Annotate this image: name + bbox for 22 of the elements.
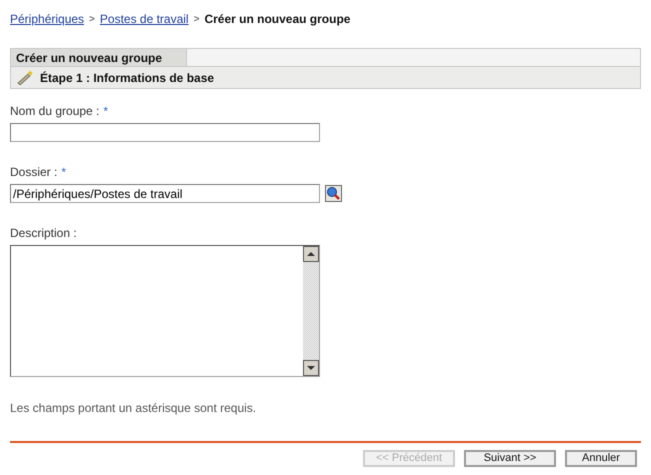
breadcrumb-current: Créer un nouveau groupe bbox=[204, 11, 350, 28]
nav-button[interactable]: Suivant >> bbox=[464, 450, 556, 467]
field-label: Dossier : bbox=[10, 164, 58, 181]
scroll-down-icon[interactable] bbox=[303, 360, 319, 376]
wand-icon bbox=[17, 70, 34, 85]
panel-title: Créer un nouveau groupe bbox=[11, 49, 187, 66]
breadcrumb-separator: > bbox=[194, 12, 200, 26]
field-label: Nom du groupe : bbox=[10, 103, 100, 120]
field-label: Description : bbox=[10, 225, 77, 242]
required-asterisk: * bbox=[103, 103, 108, 120]
breadcrumb-separator: > bbox=[89, 12, 95, 26]
search-icon[interactable] bbox=[325, 185, 342, 202]
nav-button[interactable]: Annuler bbox=[565, 450, 637, 467]
breadcrumb-link[interactable]: Postes de travail bbox=[100, 10, 189, 28]
scroll-up-icon[interactable] bbox=[303, 246, 319, 262]
text-field[interactable]: /Périphériques/Postes de travail bbox=[10, 184, 320, 203]
text-field[interactable] bbox=[10, 123, 320, 142]
required-asterisk: * bbox=[61, 164, 66, 181]
breadcrumb-link[interactable]: Périphériques bbox=[10, 10, 84, 28]
description-field[interactable] bbox=[10, 245, 320, 377]
step-title: Étape 1 : Informations de base bbox=[40, 70, 214, 86]
required-note: Les champs portant un astérisque sont requis. bbox=[10, 400, 258, 417]
